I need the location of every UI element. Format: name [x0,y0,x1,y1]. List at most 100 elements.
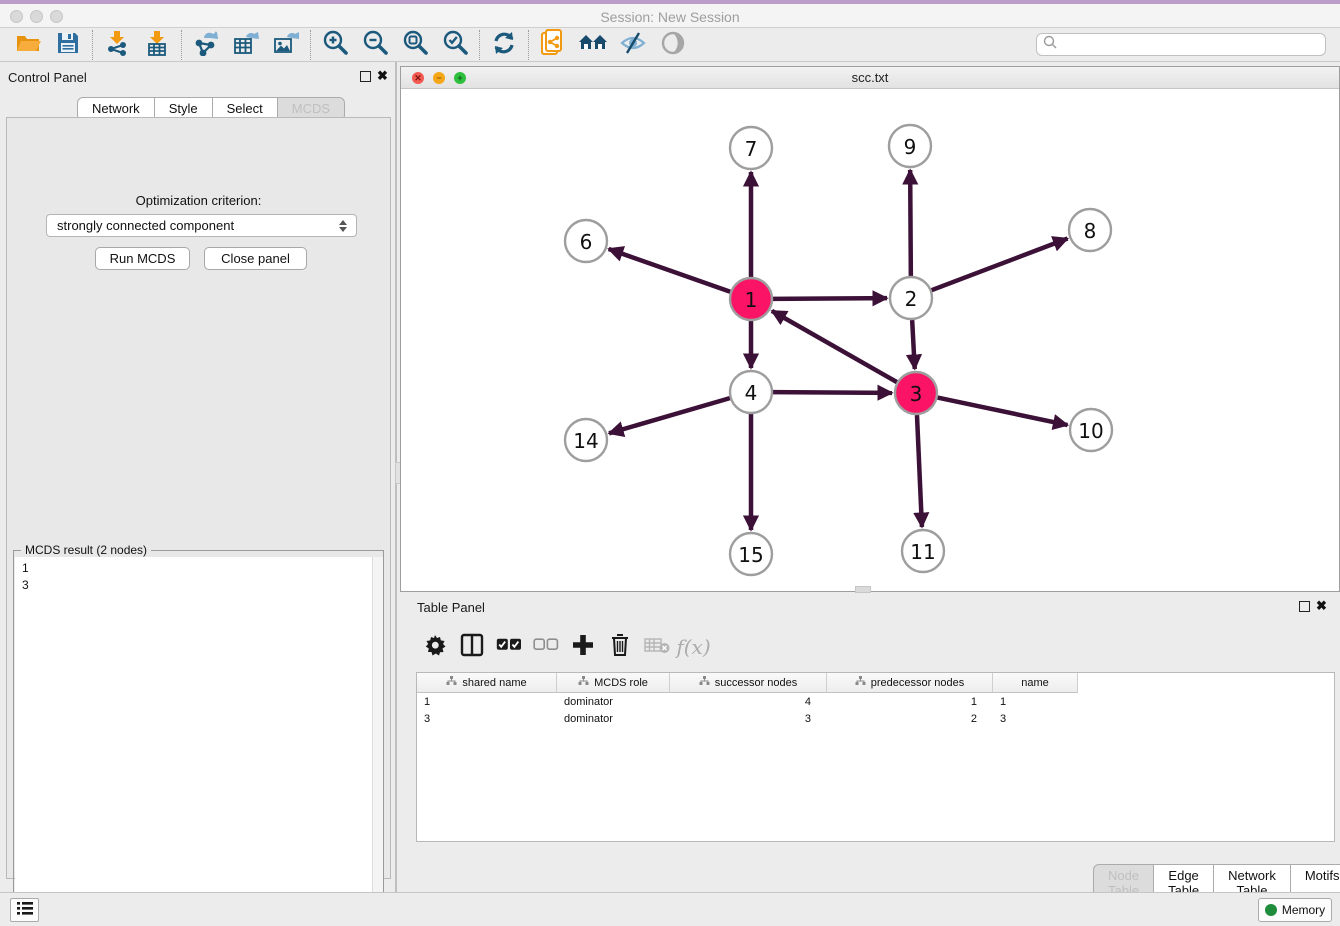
memory-button[interactable]: Memory [1258,898,1332,922]
edge-2-8[interactable] [932,239,1068,291]
close-table-panel-icon[interactable]: ✖ [1316,599,1327,613]
mcds-result-list[interactable]: 1 3 [15,557,383,926]
memory-status-icon [1265,904,1277,916]
export-table-button[interactable] [226,30,266,60]
node-label-3: 3 [910,382,923,406]
import-network-button[interactable] [97,30,137,60]
column-header-MCDS-role[interactable]: MCDS role [557,673,670,693]
delete-column-button[interactable] [601,632,638,662]
edge-2-3[interactable] [912,320,915,369]
table-cell: 1 [417,693,557,710]
column-header-name[interactable]: name [993,673,1078,693]
zoom-in-icon [322,30,348,61]
export-image-button[interactable] [266,30,306,60]
node-label-11: 11 [910,540,935,564]
float-table-panel-icon[interactable] [1299,601,1310,612]
run-mcds-button[interactable]: Run MCDS [95,247,190,270]
columns-icon [460,633,484,662]
edge-4-3[interactable] [773,392,892,393]
open-folder-icon [15,32,41,59]
fit-content-icon [402,30,428,61]
column-tree-icon [699,676,710,689]
titlebar: Session: New Session [0,4,1340,28]
optimization-criterion-value: strongly connected component [57,218,234,233]
function-builder-button-disabled: f(x) [675,632,712,662]
node-label-10: 10 [1078,419,1103,443]
hide-selected-button[interactable] [613,30,653,60]
horizontal-splitter-handle[interactable] [855,586,871,593]
column-label: successor nodes [715,677,798,689]
edge-3-11[interactable] [917,415,922,527]
edge-3-1[interactable] [772,311,897,382]
column-header-predecessor-nodes[interactable]: predecessor nodes [827,673,993,693]
table-header-row: shared name MCDS role successor nodes prede… [417,673,1334,693]
edge-4-14[interactable] [609,398,730,433]
duplicate-network-button[interactable] [533,30,573,60]
show-all-button[interactable] [653,30,693,60]
mcds-result-value: 1 [22,560,383,577]
export-network-button[interactable] [186,30,226,60]
node-label-7: 7 [745,137,758,161]
export-table-icon [233,30,259,61]
table-row[interactable]: 3dominator323 [417,710,1334,727]
show-columns-button[interactable] [453,632,490,662]
control-panel: Control Panel ✖ Network Style Select MCD… [0,62,397,892]
import-table-icon [145,30,169,61]
toolbar-separator [528,30,529,60]
zoom-in-button[interactable] [315,30,355,60]
status-bar: Memory [0,892,1340,926]
zoom-out-button[interactable] [355,30,395,60]
node-label-6: 6 [580,230,593,254]
create-column-button[interactable] [564,632,601,662]
fit-content-button[interactable] [395,30,435,60]
apply-layout-button[interactable] [484,30,524,60]
search-input[interactable] [1061,38,1325,52]
gear-icon [424,634,446,661]
node-label-15: 15 [738,543,763,567]
toolbar-separator [181,30,182,60]
node-label-4: 4 [745,381,758,405]
edge-3-10[interactable] [938,398,1068,425]
zoom-out-icon [362,30,388,61]
edge-1-6[interactable] [609,249,731,292]
zoom-selected-button[interactable] [435,30,475,60]
zoom-selected-icon [442,30,468,61]
save-icon [56,31,80,60]
import-table-button[interactable] [137,30,177,60]
node-table[interactable]: shared name MCDS role successor nodes prede… [416,672,1335,842]
table-row[interactable]: 1dominator411 [417,693,1334,710]
table-panel: Table Panel ✖ f(x) shared nameMCDS roles… [400,596,1340,890]
select-all-rows-button[interactable] [490,632,527,662]
fx-icon: f(x) [676,635,710,659]
network-graph-canvas[interactable]: 7968124314101511 [401,90,1339,591]
first-neighbors-button[interactable] [573,30,613,60]
table-options-button[interactable] [416,632,453,662]
network-window-title: scc.txt [401,70,1339,85]
node-label-14: 14 [573,429,598,453]
optimization-criterion-select[interactable]: strongly connected component [46,214,357,237]
close-panel-icon[interactable]: ✖ [377,69,388,83]
deselect-all-rows-button[interactable] [527,632,564,662]
copy-network-icon [540,29,566,62]
mcds-result-title: MCDS result (2 nodes) [21,543,151,557]
plus-icon [572,634,594,661]
save-session-button[interactable] [48,30,88,60]
open-file-button[interactable] [8,30,48,60]
search-field[interactable] [1036,33,1326,56]
task-history-button[interactable] [10,898,39,922]
search-icon [1043,35,1057,54]
column-header-successor-nodes[interactable]: successor nodes [670,673,827,693]
eye-slash-icon [619,31,647,60]
close-panel-button[interactable]: Close panel [204,247,307,270]
memory-label: Memory [1282,903,1325,917]
node-label-9: 9 [904,135,917,159]
houses-icon [578,31,608,60]
result-scrollbar[interactable] [372,557,383,926]
edge-2-9[interactable] [910,170,911,276]
refresh-icon [491,30,517,61]
edge-1-2[interactable] [773,298,887,299]
node-label-8: 8 [1084,219,1097,243]
column-label: shared name [462,677,526,689]
float-panel-icon[interactable] [360,71,371,82]
column-header-shared-name[interactable]: shared name [417,673,557,693]
